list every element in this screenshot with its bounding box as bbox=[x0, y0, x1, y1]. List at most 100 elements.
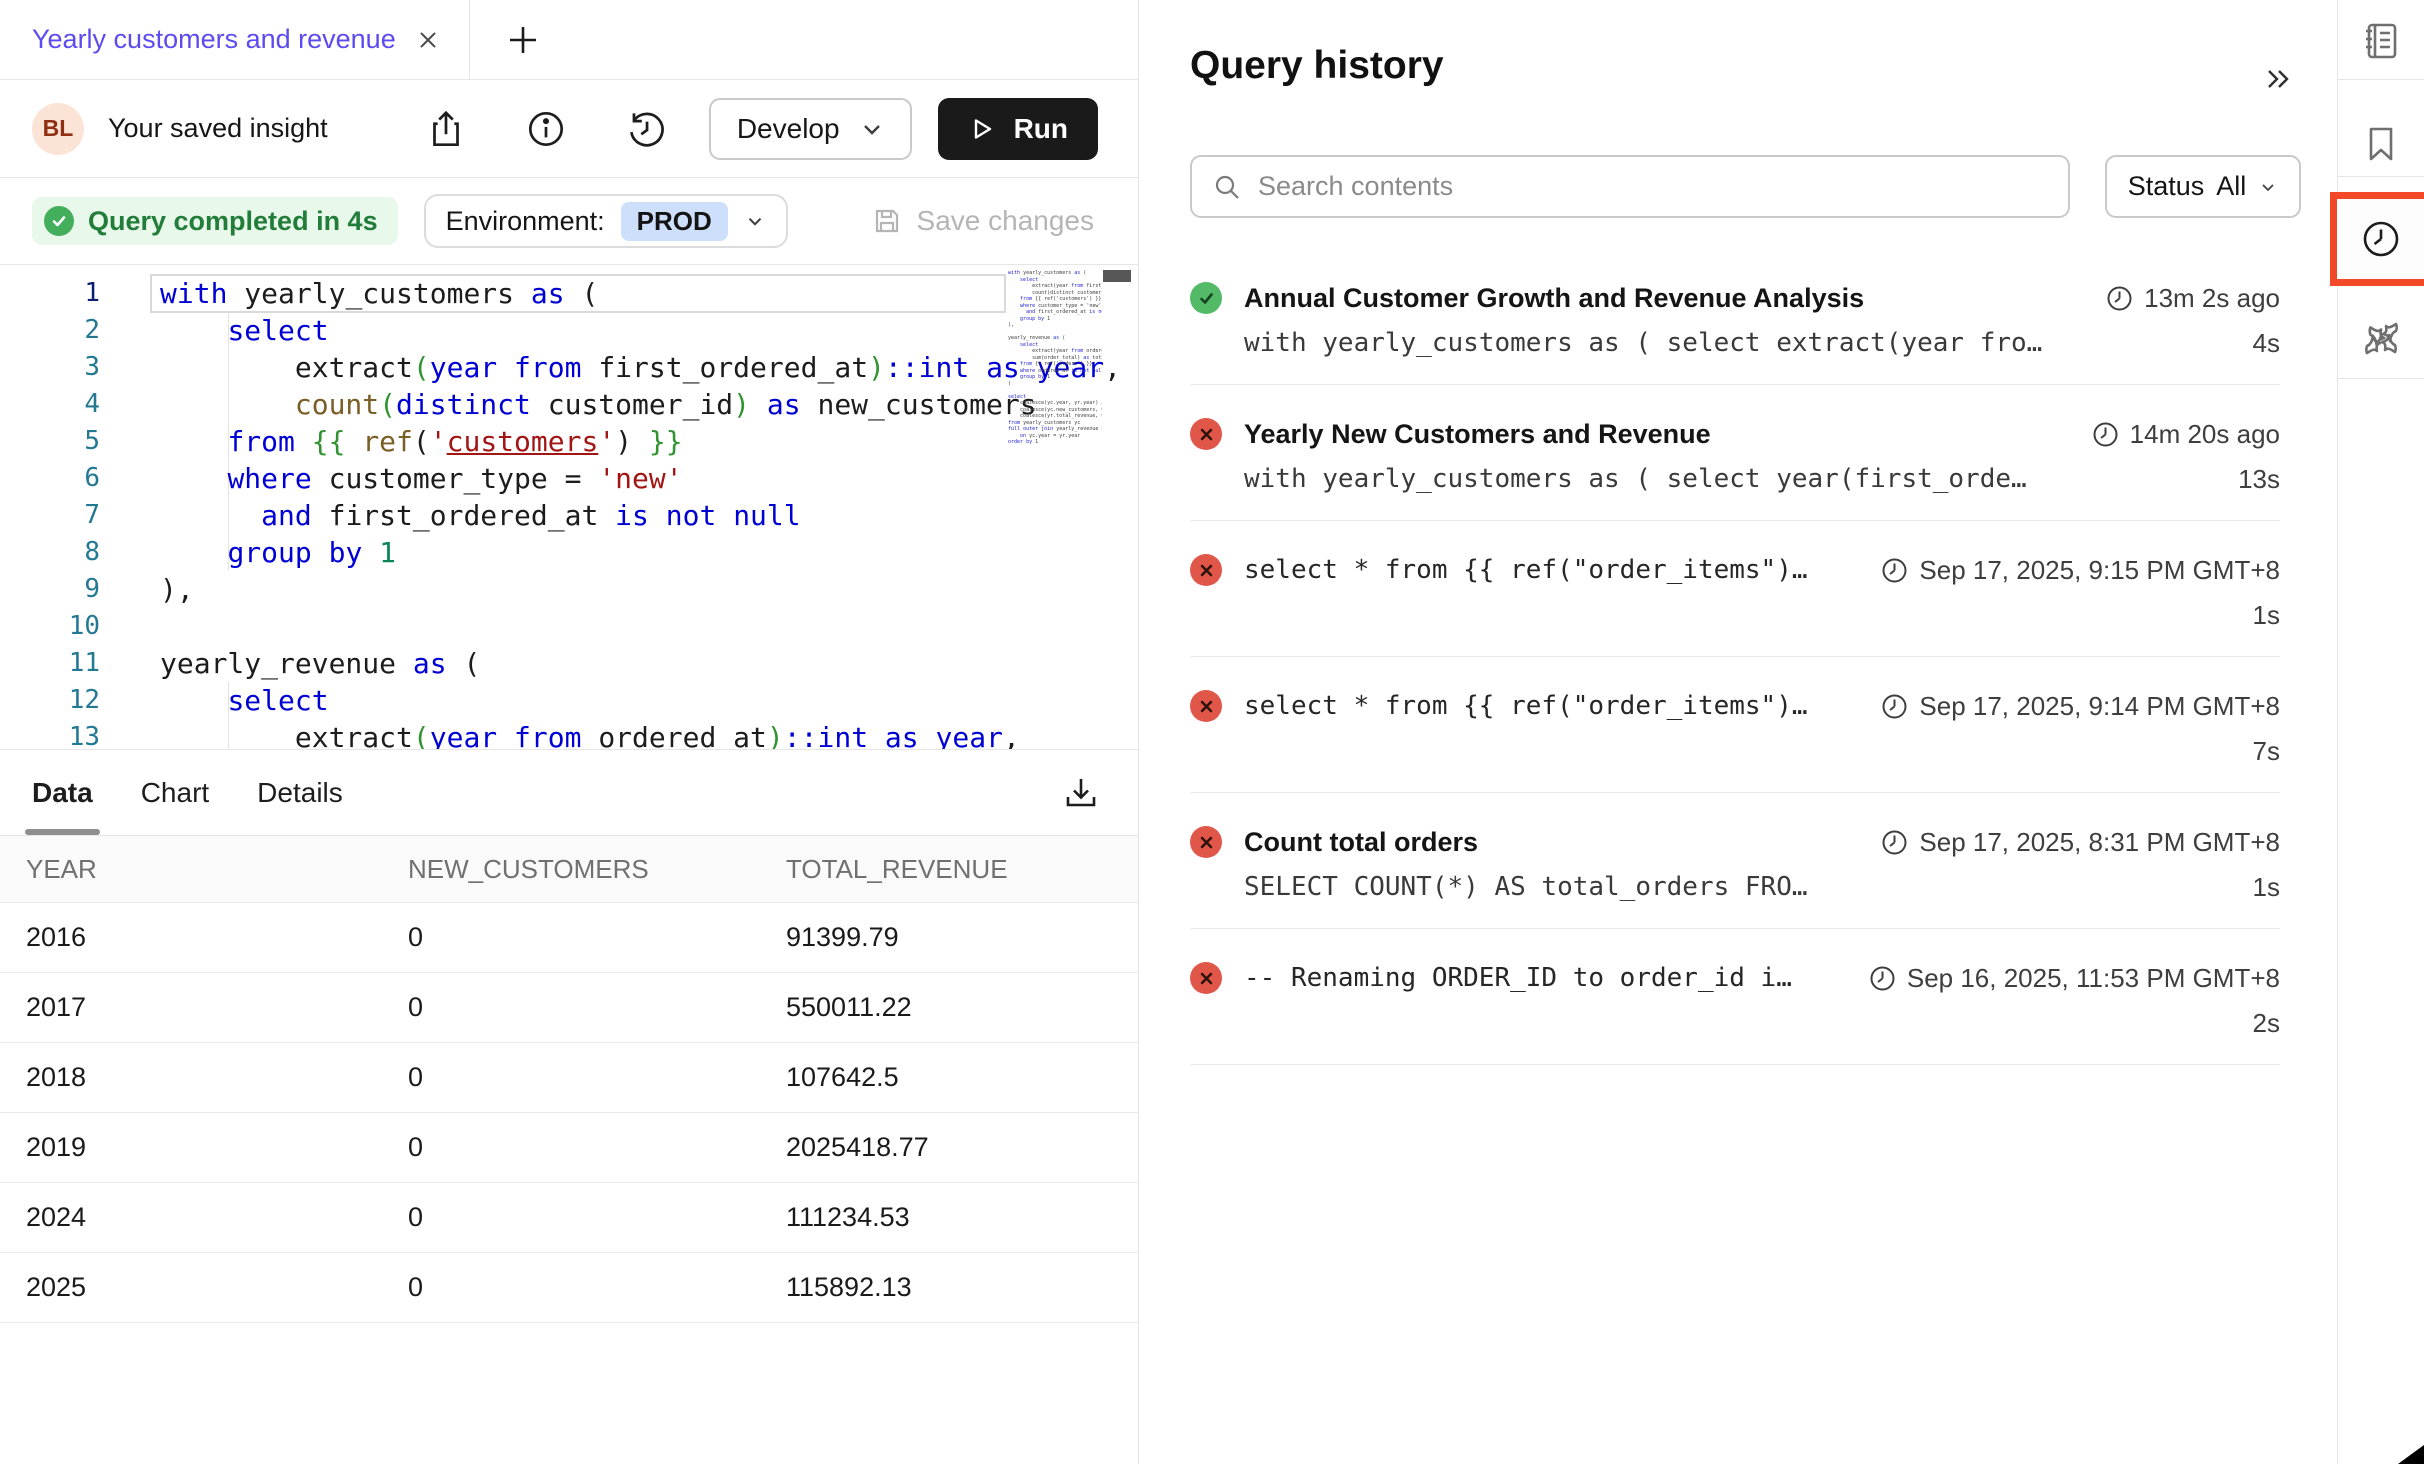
dbt-icon[interactable] bbox=[2358, 315, 2404, 361]
environment-label: Environment: bbox=[446, 206, 605, 237]
notebook-icon[interactable] bbox=[2358, 18, 2404, 64]
history-item-query: with yearly_customers as ( select extrac… bbox=[1244, 328, 2042, 358]
query-history-panel: Query history Status All Annual Customer… bbox=[1140, 0, 2337, 1464]
query-status-pill: Query completed in 4s bbox=[32, 197, 398, 245]
right-icon-rail bbox=[2337, 0, 2424, 1464]
avatar: BL bbox=[32, 103, 84, 155]
history-item-time: 14m 20s ago bbox=[2068, 419, 2280, 450]
divider bbox=[1190, 520, 2280, 521]
col-header-year[interactable]: YEAR bbox=[0, 854, 408, 885]
code-content: with yearly_customers as ( select extrac… bbox=[160, 275, 1018, 750]
tab-data[interactable]: Data bbox=[32, 750, 93, 835]
error-status-icon bbox=[1190, 418, 1222, 450]
history-item-duration: 7s bbox=[2253, 736, 2280, 767]
editor-minimap[interactable]: with yearly_customers as ( select extrac… bbox=[1008, 270, 1102, 740]
tab-chart[interactable]: Chart bbox=[141, 750, 209, 835]
line-numbers: 12345678910111213 bbox=[0, 275, 100, 750]
search-icon bbox=[1212, 172, 1242, 202]
environment-value-badge: PROD bbox=[621, 202, 728, 241]
tab-bar: Yearly customers and revenue bbox=[0, 0, 1138, 80]
col-header-new-customers[interactable]: NEW_CUSTOMERS bbox=[408, 854, 786, 885]
tab-close-icon[interactable] bbox=[415, 27, 441, 53]
query-history-title: Query history bbox=[1190, 44, 1444, 88]
clock-icon bbox=[1881, 693, 1908, 720]
history-item-time: Sep 17, 2025, 9:14 PM GMT+8 bbox=[1857, 691, 2280, 722]
query-status-text: Query completed in 4s bbox=[88, 206, 378, 237]
divider bbox=[1190, 384, 2280, 385]
table-row[interactable]: 2025 0 115892.13 bbox=[0, 1253, 1138, 1323]
editor-scrollbar-thumb[interactable] bbox=[1103, 270, 1131, 282]
collapse-panel-icon[interactable] bbox=[2261, 62, 2295, 96]
status-filter-dropdown[interactable]: Status All bbox=[2105, 155, 2301, 218]
results-table: YEAR NEW_CUSTOMERS TOTAL_REVENUE 2016 0 … bbox=[0, 836, 1138, 1323]
col-header-total-revenue[interactable]: TOTAL_REVENUE bbox=[786, 854, 1138, 885]
save-changes-label: Save changes bbox=[917, 205, 1094, 237]
tab-details[interactable]: Details bbox=[257, 750, 343, 835]
success-status-icon bbox=[1190, 282, 1222, 314]
error-status-icon bbox=[1190, 826, 1222, 858]
success-check-icon bbox=[44, 206, 74, 236]
error-status-icon bbox=[1190, 962, 1222, 994]
divider bbox=[2338, 378, 2424, 379]
new-tab-plus-icon[interactable] bbox=[506, 23, 540, 57]
play-icon bbox=[968, 115, 996, 143]
history-item[interactable]: select * from {{ ref("order_items")… Sep… bbox=[1190, 537, 2280, 673]
table-row[interactable]: 2017 0 550011.22 bbox=[0, 973, 1138, 1043]
table-row[interactable]: 2019 0 2025418.77 bbox=[0, 1113, 1138, 1183]
saved-insight-label: Your saved insight bbox=[108, 113, 328, 144]
save-icon bbox=[871, 205, 903, 237]
sql-code-editor[interactable]: 12345678910111213 with yearly_customers … bbox=[0, 265, 1138, 750]
history-item-time: 13m 2s ago bbox=[2082, 283, 2280, 314]
history-item[interactable]: Count total orders Sep 17, 2025, 8:31 PM… bbox=[1190, 809, 2280, 945]
table-row[interactable]: 2016 0 91399.79 bbox=[0, 903, 1138, 973]
clock-icon bbox=[2106, 285, 2133, 312]
clock-icon bbox=[1869, 965, 1896, 992]
insight-toolbar: BL Your saved insight Develop bbox=[0, 80, 1138, 178]
editor-panel: Yearly customers and revenue BL Your sav… bbox=[0, 0, 1139, 1464]
chevron-down-icon bbox=[860, 117, 884, 141]
table-row[interactable]: 2018 0 107642.5 bbox=[0, 1043, 1138, 1113]
history-item-duration: 1s bbox=[2253, 600, 2280, 631]
bookmark-icon[interactable] bbox=[2359, 122, 2403, 166]
version-history-icon[interactable] bbox=[623, 106, 669, 152]
develop-button[interactable]: Develop bbox=[709, 98, 912, 160]
query-history-list: Annual Customer Growth and Revenue Analy… bbox=[1190, 265, 2280, 1081]
run-button[interactable]: Run bbox=[938, 98, 1098, 160]
clock-icon bbox=[1881, 829, 1908, 856]
status-filter-value: All bbox=[2216, 171, 2246, 202]
chevron-down-icon bbox=[744, 210, 766, 232]
table-header-row: YEAR NEW_CUSTOMERS TOTAL_REVENUE bbox=[0, 836, 1138, 903]
history-item-query: with yearly_customers as ( select year(f… bbox=[1244, 464, 2027, 494]
history-item-duration: 13s bbox=[2238, 464, 2280, 495]
share-icon[interactable] bbox=[423, 106, 469, 152]
info-icon[interactable] bbox=[523, 106, 569, 152]
history-item[interactable]: Annual Customer Growth and Revenue Analy… bbox=[1190, 265, 2280, 401]
save-changes-button[interactable]: Save changes bbox=[871, 205, 1094, 237]
tab-yearly-customers[interactable]: Yearly customers and revenue bbox=[0, 0, 470, 79]
clock-icon bbox=[2092, 421, 2119, 448]
status-bar: Query completed in 4s Environment: PROD … bbox=[0, 178, 1138, 265]
history-item-query: SELECT COUNT(*) AS total_orders FRO… bbox=[1244, 872, 1808, 902]
status-filter-label: Status bbox=[2128, 171, 2205, 202]
history-item-duration: 1s bbox=[2253, 872, 2280, 903]
divider bbox=[2338, 79, 2424, 80]
history-search-input[interactable] bbox=[1258, 171, 2048, 202]
query-history-icon[interactable] bbox=[2358, 216, 2404, 262]
error-status-icon bbox=[1190, 554, 1222, 586]
chevron-down-icon bbox=[2258, 177, 2278, 197]
divider bbox=[1190, 928, 2280, 929]
table-row[interactable]: 2024 0 111234.53 bbox=[0, 1183, 1138, 1253]
history-item-title: select * from {{ ref("order_items")… bbox=[1244, 555, 1808, 585]
download-results-icon[interactable] bbox=[1060, 772, 1102, 814]
history-item-duration: 2s bbox=[2253, 1008, 2280, 1039]
history-item-title: select * from {{ ref("order_items")… bbox=[1244, 691, 1808, 721]
history-item-time: Sep 17, 2025, 9:15 PM GMT+8 bbox=[1857, 555, 2280, 586]
history-search-box bbox=[1190, 155, 2070, 218]
history-item[interactable]: Yearly New Customers and Revenue 14m 20s… bbox=[1190, 401, 2280, 537]
develop-label: Develop bbox=[737, 113, 840, 145]
divider bbox=[1190, 1064, 2280, 1065]
history-item[interactable]: -- Renaming ORDER_ID to order_id i… Sep … bbox=[1190, 945, 2280, 1081]
history-item[interactable]: select * from {{ ref("order_items")… Sep… bbox=[1190, 673, 2280, 809]
environment-select[interactable]: Environment: PROD bbox=[424, 194, 788, 248]
history-item-title: Yearly New Customers and Revenue bbox=[1244, 419, 1711, 450]
